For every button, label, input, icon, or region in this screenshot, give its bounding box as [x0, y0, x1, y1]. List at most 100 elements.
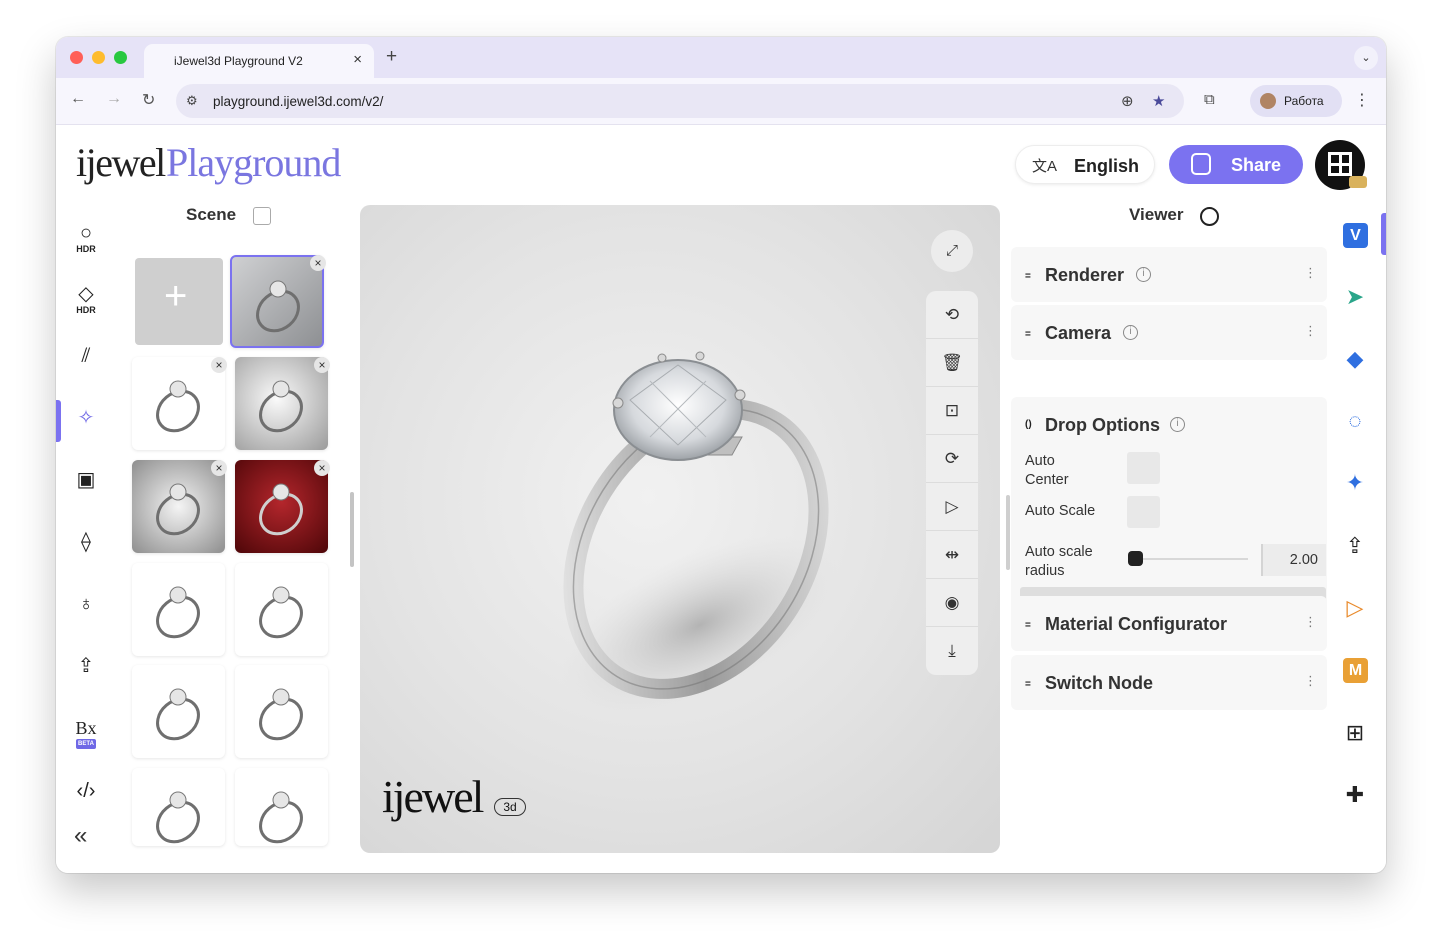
more-vertical-icon[interactable]: ⋮ — [1304, 614, 1317, 630]
sync-tool-icon[interactable]: ⟳ — [926, 435, 978, 483]
section-camera[interactable]: = Camera i ⋮ — [1011, 305, 1327, 360]
right-rail-active-indicator — [1381, 213, 1386, 255]
scene-scrollbar[interactable] — [350, 492, 354, 567]
left-rail-item[interactable]: ♁ — [72, 593, 100, 623]
forward-arrow-icon[interactable]: → — [106, 90, 122, 108]
play-icon[interactable]: ▷ — [1340, 593, 1370, 623]
scene-thumbnail[interactable] — [132, 460, 225, 553]
grip-icon[interactable]: = — [1025, 679, 1031, 690]
browser-menu-icon[interactable]: ⋮ — [1354, 90, 1370, 110]
download-tool-icon[interactable]: ⤓ — [926, 627, 978, 675]
left-rail-item[interactable]: ‹/› — [72, 780, 100, 810]
3d-viewport[interactable]: ⤢ ⟲ 🗑 ⊡ ⟳ ▷ ⇹ ◉ ⤓ ijewel 3d — [360, 205, 1000, 853]
circle-outline-icon[interactable]: ◌ — [1340, 406, 1370, 436]
scene-thumbnail[interactable] — [132, 563, 225, 656]
remove-thumbnail-icon[interactable]: × — [211, 357, 227, 373]
camera-tool-icon[interactable]: ◉ — [926, 579, 978, 627]
more-vertical-icon[interactable]: ⋮ — [1304, 265, 1317, 281]
profile-chip[interactable]: Работа — [1250, 85, 1342, 117]
browser-toolbar: ← → ↻ ⚙ playground.ijewel3d.com/v2/ ⊕ ★ … — [56, 78, 1386, 125]
left-rail-item[interactable]: ◇ HDR — [72, 283, 100, 315]
grip-icon[interactable]: = — [1025, 271, 1031, 282]
remove-thumbnail-icon[interactable]: × — [314, 357, 330, 373]
more-vertical-icon[interactable]: ⋮ — [1304, 673, 1317, 689]
collapse-sidebar-icon[interactable]: « — [74, 822, 87, 850]
auto-center-checkbox[interactable] — [1127, 452, 1160, 484]
left-rail-item[interactable]: ⫽ — [72, 345, 100, 375]
grip-icon[interactable]: = — [1025, 620, 1031, 631]
scene-thumbnail[interactable] — [235, 460, 328, 553]
rotate-tool-icon[interactable]: ⟲ — [926, 291, 978, 339]
info-icon[interactable]: i — [1170, 417, 1185, 432]
viewer-search-icon[interactable] — [1200, 207, 1219, 226]
close-window-button[interactable] — [70, 51, 83, 64]
share-button[interactable]: Share — [1169, 145, 1303, 184]
reload-icon[interactable]: ↻ — [142, 90, 155, 110]
zoom-window-button[interactable] — [114, 51, 127, 64]
upload-icon[interactable]: ⇪ — [1340, 531, 1370, 561]
focus-tool-icon[interactable]: ⊡ — [926, 387, 978, 435]
zoom-icon[interactable]: ⊕ — [1121, 92, 1134, 110]
minimize-window-button[interactable] — [92, 51, 105, 64]
grip-icon[interactable]: () — [1025, 419, 1032, 430]
play-tool-icon[interactable]: ▷ — [926, 483, 978, 531]
cursor-icon[interactable]: ➤ — [1340, 282, 1370, 312]
extensions-puzzle-icon[interactable]: ⧉ — [1204, 91, 1215, 108]
left-rail-item[interactable]: Bx BETA — [72, 717, 100, 749]
address-bar[interactable]: ⚙ playground.ijewel3d.com/v2/ ⊕ ★ — [176, 84, 1184, 118]
section-switch-node[interactable]: = Switch Node ⋮ — [1011, 655, 1327, 710]
auto-scale-checkbox[interactable] — [1127, 496, 1160, 528]
left-rail-item[interactable]: ▣ — [72, 469, 100, 499]
new-tab-button[interactable]: + — [386, 46, 397, 68]
puzzle-icon[interactable]: ✚ — [1340, 780, 1370, 810]
viewer-title: Viewer — [1129, 205, 1184, 224]
radius-value-input[interactable]: 2.00 — [1261, 544, 1326, 576]
fullscreen-icon[interactable]: ⤢ — [931, 230, 973, 272]
tab-close-icon[interactable]: × — [353, 51, 362, 68]
left-rail-item[interactable]: ⇪ — [72, 655, 100, 685]
grid-icon[interactable]: ⊞ — [1340, 718, 1370, 748]
scene-thumbnail[interactable] — [235, 665, 328, 758]
remove-thumbnail-icon[interactable]: × — [314, 460, 330, 476]
more-vertical-icon[interactable]: ⋮ — [1304, 323, 1317, 339]
panel-splitter[interactable] — [1006, 495, 1010, 570]
radius-slider-thumb[interactable] — [1128, 551, 1143, 566]
scene-thumbnail[interactable] — [132, 357, 225, 450]
tab-search-chevron-icon[interactable]: ⌄ — [1354, 46, 1378, 70]
grip-icon[interactable]: = — [1025, 329, 1031, 340]
star-icon[interactable]: ✦ — [1340, 468, 1370, 498]
m-badge-icon[interactable]: M — [1343, 658, 1368, 683]
left-rail-item[interactable]: ✧ — [72, 407, 100, 437]
delete-tool-icon[interactable]: 🗑 — [926, 339, 978, 387]
url-text[interactable]: playground.ijewel3d.com/v2/ — [213, 94, 383, 109]
left-rail-item[interactable]: ⟠ — [72, 531, 100, 561]
compare-tool-icon[interactable]: ⇹ — [926, 531, 978, 579]
site-settings-icon[interactable]: ⚙ — [186, 93, 198, 109]
remove-thumbnail-icon[interactable]: × — [310, 255, 326, 271]
left-rail-item[interactable]: ○ HDR — [72, 222, 100, 254]
section-material-configurator[interactable]: = Material Configurator ⋮ — [1011, 596, 1327, 651]
add-model-button[interactable]: + — [135, 258, 223, 345]
scene-thumbnail[interactable] — [235, 768, 328, 846]
scene-thumbnail[interactable] — [132, 768, 225, 846]
left-rail-sublabel: HDR — [76, 305, 96, 315]
remove-thumbnail-icon[interactable]: × — [211, 460, 227, 476]
back-arrow-icon[interactable]: ← — [70, 90, 86, 108]
scene-layout-icon[interactable] — [253, 207, 271, 225]
scene-thumbnail[interactable] — [230, 255, 324, 348]
shapes-icon[interactable]: ◆ — [1340, 344, 1370, 374]
section-renderer[interactable]: = Renderer i ⋮ — [1011, 247, 1327, 302]
section-drop-options[interactable]: () Drop Options i — [1011, 397, 1327, 452]
user-avatar[interactable] — [1315, 140, 1367, 190]
scene-thumbnail[interactable] — [132, 665, 225, 758]
radius-slider-track[interactable] — [1128, 558, 1248, 560]
bookmark-star-icon[interactable]: ★ — [1152, 92, 1165, 110]
bx-beta-icon: Bx — [75, 718, 97, 738]
info-icon[interactable]: i — [1123, 325, 1138, 340]
v-badge-icon[interactable]: V — [1343, 223, 1368, 248]
scene-thumbnail[interactable] — [235, 357, 328, 450]
info-icon[interactable]: i — [1136, 267, 1151, 282]
scene-thumbnail[interactable] — [235, 563, 328, 656]
language-button[interactable]: 文A English — [1015, 145, 1155, 184]
browser-tab[interactable]: iJewel3d Playground V2 × — [144, 44, 374, 78]
